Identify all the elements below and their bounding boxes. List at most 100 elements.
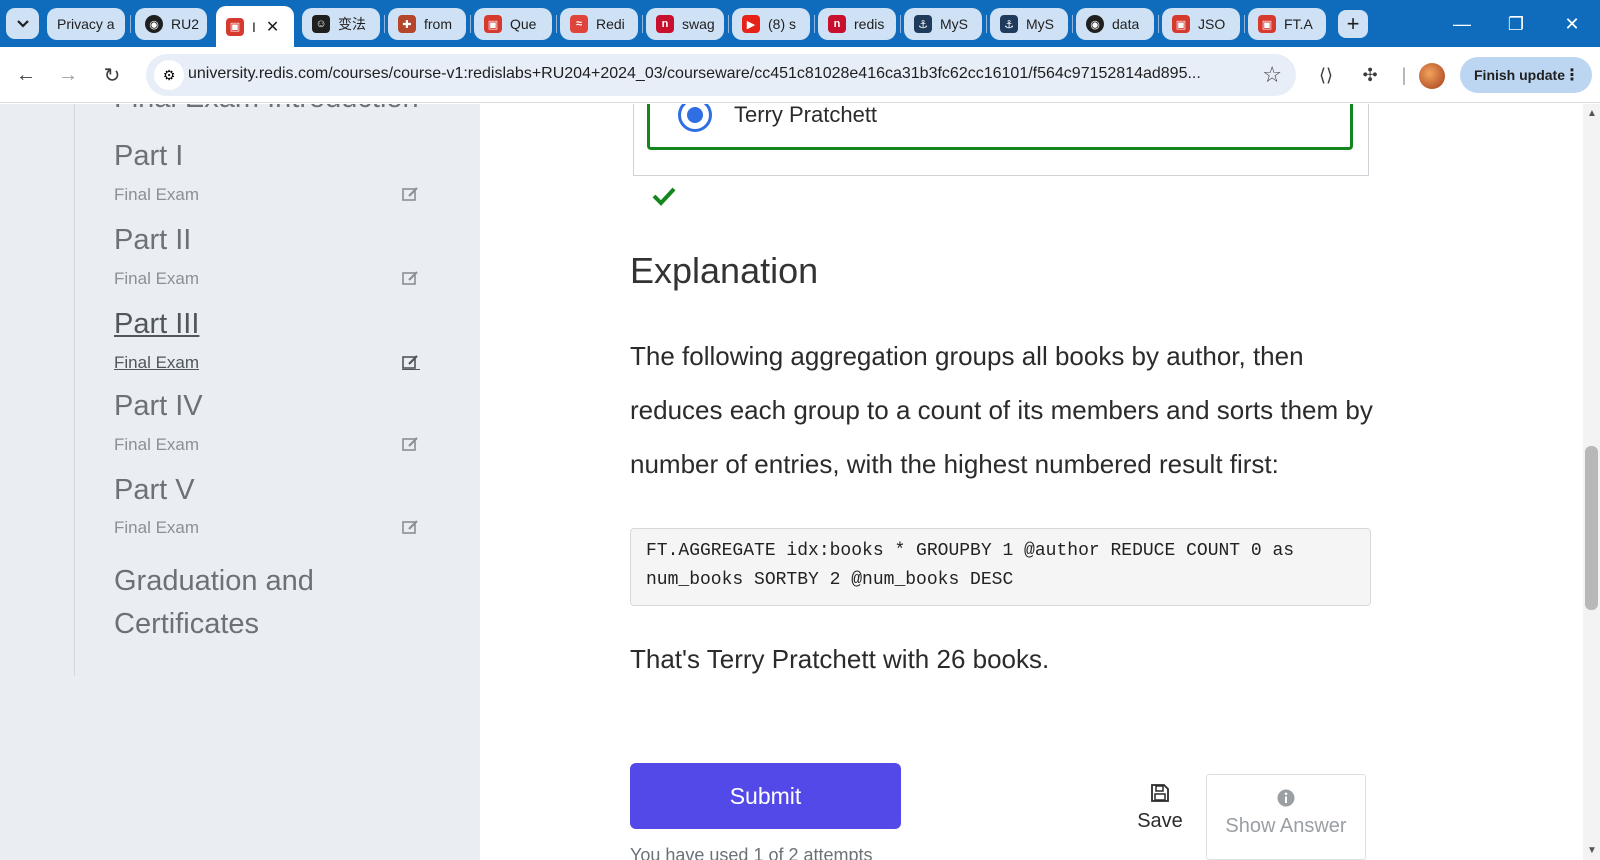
outline-item-subtitle[interactable]: Final Exam — [114, 185, 199, 205]
floppy-disk-icon — [1130, 784, 1190, 810]
tab-json[interactable]: ▣ JSO — [1162, 8, 1240, 40]
tab-from[interactable]: ✚ from — [388, 8, 466, 40]
problem-content: Terry Pratchett Explanation The followin… — [480, 104, 1520, 860]
tab-title: MyS — [1026, 16, 1054, 32]
minimize-icon[interactable]: — — [1442, 10, 1482, 38]
scroll-up-arrow-icon[interactable]: ▲ — [1587, 108, 1597, 119]
redis-icon: ≈ — [570, 15, 588, 33]
tab-ft-aggregate[interactable]: ▣ FT.A — [1248, 8, 1326, 40]
scrollbar-thumb[interactable] — [1585, 446, 1598, 610]
close-window-icon[interactable]: ✕ — [1552, 10, 1592, 38]
show-answer-label: Show Answer — [1225, 815, 1347, 837]
tab-mysql[interactable]: ⚓ MyS — [904, 8, 982, 40]
tab-swagger[interactable]: n swag — [646, 8, 724, 40]
reload-icon[interactable]: ↻ — [96, 59, 128, 91]
bracket-icon: n — [828, 15, 846, 33]
restore-icon[interactable]: ❐ — [1496, 10, 1536, 38]
choice-label[interactable]: Terry Pratchett — [734, 104, 877, 128]
tab-separator — [642, 15, 643, 33]
tab-title: swag — [682, 16, 715, 32]
tab-separator — [384, 15, 385, 33]
tab-redis[interactable]: ≈ Redi — [560, 8, 638, 40]
tab-separator — [470, 15, 471, 33]
outline-item-part-3-current[interactable]: Part III — [114, 308, 199, 341]
outline-divider — [74, 104, 75, 676]
tab-mysql-2[interactable]: ⚓ MyS — [990, 8, 1068, 40]
info-icon — [1207, 789, 1365, 815]
tab-separator — [556, 15, 557, 33]
outline-item-part-1[interactable]: Part I — [114, 140, 183, 173]
extension-code-icon[interactable]: ⟨⟩ — [1310, 59, 1342, 91]
browser-tab-bar: Privacy a ◉ RU2 ▣ I ✕ ☺ 变法 ✚ from ▣ Que … — [0, 0, 1600, 47]
tab-title: Que — [510, 16, 537, 32]
redis-cube-icon: ▣ — [484, 15, 502, 33]
tab-title: data — [1112, 16, 1140, 32]
show-answer-button[interactable]: Show Answer — [1206, 774, 1366, 860]
finish-update-label: Finish update — [1474, 67, 1565, 83]
url-text[interactable]: university.redis.com/courses/course-v1:r… — [188, 65, 1248, 83]
tab-title: JSO — [1198, 16, 1226, 32]
outline-item-part-2[interactable]: Part II — [114, 224, 191, 257]
outline-item-subtitle[interactable]: Final Exam — [114, 518, 199, 538]
tab-active-course[interactable]: ▣ I ✕ — [216, 6, 294, 47]
tab-title: redis — [854, 16, 885, 32]
page-scrollbar[interactable]: ▲ ▼ — [1583, 104, 1600, 860]
tab-separator — [986, 15, 987, 33]
profile-avatar[interactable] — [1419, 63, 1445, 89]
outline-item-subtitle[interactable]: Final Exam — [114, 353, 199, 373]
edit-icon — [402, 520, 418, 534]
tab-query[interactable]: ▣ Que — [474, 8, 552, 40]
save-label: Save — [1137, 810, 1183, 832]
tab-youtube[interactable]: ▶ (8) s — [732, 8, 810, 40]
github-icon: ◉ — [1086, 15, 1104, 33]
correct-checkmark-icon — [652, 187, 676, 206]
tab-redis-2[interactable]: n redis — [818, 8, 896, 40]
tab-separator — [130, 15, 131, 33]
save-button[interactable]: Save — [1130, 784, 1190, 844]
tab-separator — [1072, 15, 1073, 33]
tab-separator — [814, 15, 815, 33]
youtube-icon: ▶ — [742, 15, 760, 33]
site-info-icon[interactable]: ⚙ — [154, 60, 184, 90]
code-line: num_books SORTBY 2 @num_books DESC — [646, 570, 1014, 590]
bracket-icon: n — [656, 15, 674, 33]
bookmark-star-icon[interactable]: ☆ — [1262, 62, 1282, 88]
outline-item-graduation[interactable]: Graduation and Certificates — [114, 560, 414, 646]
kebab-menu-icon[interactable]: ⋮ — [1564, 65, 1580, 85]
outline-item-subtitle[interactable]: Final Exam — [114, 269, 199, 289]
course-outline-sidebar: Final Exam Introduction Part I Final Exa… — [0, 104, 480, 860]
tab-privacy[interactable]: Privacy a — [47, 8, 125, 40]
tab-separator — [1158, 15, 1159, 33]
scroll-down-arrow-icon[interactable]: ▼ — [1587, 845, 1597, 856]
tab-title: from — [424, 16, 452, 32]
browser-toolbar: ← → ↻ ⚙ university.redis.com/courses/cou… — [0, 47, 1600, 103]
mysql-icon: ⚓ — [914, 15, 932, 33]
outline-item-part-5[interactable]: Part V — [114, 474, 195, 507]
explanation-heading: Explanation — [630, 250, 819, 291]
radio-selected[interactable] — [678, 104, 712, 132]
tab-search-menu-button[interactable] — [6, 8, 39, 39]
extensions-puzzle-icon[interactable]: ✣ — [1354, 59, 1386, 91]
finish-update-button[interactable]: Finish update ⋮ — [1460, 57, 1592, 93]
choice-option-selected-correct[interactable]: Terry Pratchett — [647, 104, 1353, 150]
close-tab-icon[interactable]: ✕ — [266, 17, 279, 37]
tab-title: RU2 — [171, 16, 199, 32]
code-block: FT.AGGREGATE idx:books * GROUPBY 1 @auth… — [630, 528, 1371, 606]
tab-title: 变法 — [338, 16, 366, 32]
outline-item-part-4[interactable]: Part IV — [114, 390, 203, 423]
outline-item-subtitle[interactable]: Final Exam — [114, 435, 199, 455]
redis-cube-icon: ▣ — [1258, 15, 1276, 33]
tab-chatbot[interactable]: ☺ 变法 — [302, 8, 380, 40]
tab-github-data[interactable]: ◉ data — [1076, 8, 1154, 40]
submit-button[interactable]: Submit — [630, 763, 901, 829]
edit-icon — [402, 355, 420, 370]
tab-github-ru2[interactable]: ◉ RU2 — [135, 8, 207, 40]
edit-icon — [402, 187, 418, 201]
address-bar[interactable]: ⚙ university.redis.com/courses/course-v1… — [146, 54, 1296, 96]
outline-item-final-exam-intro[interactable]: Final Exam Introduction — [114, 104, 419, 115]
crest-icon: ✚ — [398, 15, 416, 33]
back-icon[interactable]: ← — [10, 59, 42, 91]
new-tab-button[interactable]: + — [1338, 10, 1368, 38]
tab-separator — [1244, 15, 1245, 33]
forward-icon[interactable]: → — [52, 59, 84, 91]
